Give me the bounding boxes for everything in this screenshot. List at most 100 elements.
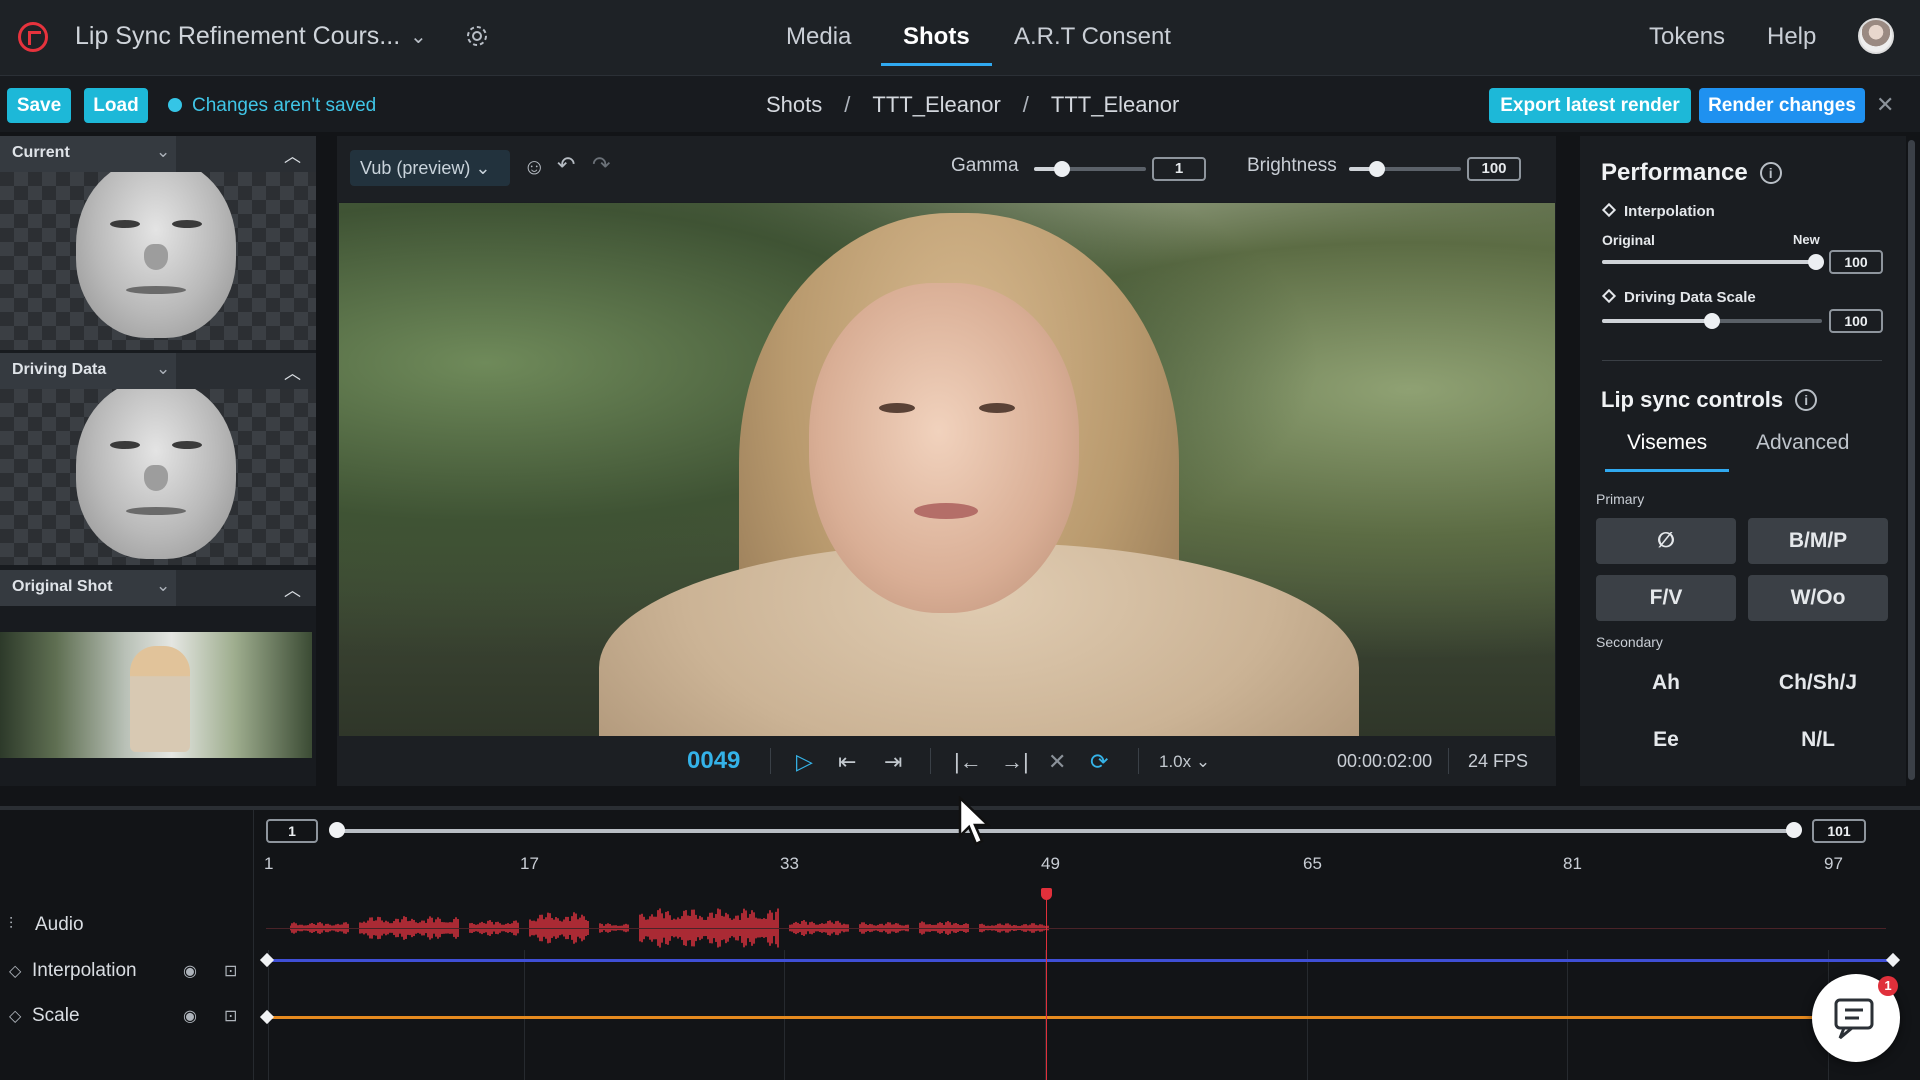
nav-tokens[interactable]: Tokens: [1649, 0, 1725, 76]
breadcrumb-version: TTT_Eleanor: [1050, 92, 1180, 117]
mode-dropdown-value: Vub (preview): [360, 158, 471, 178]
nav-media[interactable]: Media: [786, 0, 851, 76]
viseme-woo-button[interactable]: W/Oo: [1748, 575, 1888, 621]
current-preview: [0, 172, 316, 350]
info-icon[interactable]: i: [1759, 162, 1782, 184]
frame-tick-label: 49: [1041, 854, 1060, 873]
lock-icon[interactable]: ⊡: [224, 1006, 237, 1026]
viseme-bmp-button[interactable]: B/M/P: [1748, 518, 1888, 564]
app-logo-icon[interactable]: [18, 22, 48, 52]
mode-dropdown[interactable]: Vub (preview) ⌄: [350, 150, 510, 186]
timecode: 00:00:02:00: [1337, 751, 1433, 771]
performance-title: Performance i: [1601, 159, 1782, 187]
keyframe-icon[interactable]: ◇: [9, 1006, 21, 1026]
chevron-down-icon[interactable]: ⌄: [156, 576, 170, 596]
keyframe-icon[interactable]: [1601, 202, 1617, 218]
gamma-slider[interactable]: [1034, 161, 1146, 177]
skip-start-icon[interactable]: |←: [954, 749, 982, 775]
viseme-neutral-button[interactable]: ∅: [1596, 518, 1736, 564]
viseme-nl-button[interactable]: N/L: [1748, 728, 1888, 752]
collapse-icon[interactable]: ︿: [284, 576, 301, 601]
gamma-value-input[interactable]: 1: [1152, 157, 1206, 181]
loop-icon[interactable]: ⟳: [1090, 749, 1108, 775]
section-original-label: Original Shot: [12, 578, 113, 595]
range-end-input[interactable]: 101: [1812, 819, 1866, 843]
tab-visemes[interactable]: Visemes: [1604, 431, 1730, 472]
tab-advanced[interactable]: Advanced: [1756, 431, 1849, 455]
brightness-value-input[interactable]: 100: [1467, 157, 1521, 181]
track-list: [0, 810, 254, 1080]
range-end-handle[interactable]: [1786, 822, 1802, 838]
chevron-down-icon[interactable]: ⌄: [156, 142, 170, 162]
range-start-input[interactable]: 1: [266, 819, 318, 843]
playhead[interactable]: [1046, 894, 1047, 1080]
clear-icon[interactable]: ✕: [1048, 749, 1066, 775]
eye-icon[interactable]: ◉: [183, 1006, 197, 1026]
frame-gridline: [1307, 950, 1308, 1080]
scrollbar[interactable]: [1908, 140, 1915, 780]
frame-tick-label: 81: [1563, 854, 1582, 873]
interpolation-curve[interactable]: [266, 959, 1894, 962]
unsaved-status-text: Changes aren't saved: [192, 95, 377, 116]
frame-tick-label: 1: [264, 854, 274, 873]
chevron-down-icon[interactable]: ⌄: [410, 24, 427, 49]
frame-gridline: [524, 950, 525, 1080]
lock-icon[interactable]: ⊡: [224, 961, 237, 981]
nav-help[interactable]: Help: [1767, 0, 1816, 76]
unsaved-status: Changes aren't saved: [168, 95, 376, 117]
viseme-chshj-button[interactable]: Ch/Sh/J: [1748, 671, 1888, 695]
step-forward-icon[interactable]: ⇥: [884, 749, 902, 775]
interpolation-value-input[interactable]: 100: [1829, 250, 1883, 274]
info-icon[interactable]: i: [1795, 389, 1818, 411]
export-render-button[interactable]: Export latest render: [1489, 88, 1691, 123]
gamma-label: Gamma: [951, 155, 1019, 176]
interpolation-slider[interactable]: [1602, 254, 1824, 270]
keyframe-icon[interactable]: ◇: [9, 961, 21, 981]
render-changes-button[interactable]: Render changes: [1699, 88, 1865, 123]
new-label: New: [1793, 232, 1820, 247]
section-current-header[interactable]: Current ⌄ ︿: [0, 136, 316, 172]
avatar[interactable]: [1858, 18, 1894, 54]
frame-counter: 0049: [687, 747, 741, 774]
interpolation-label: Interpolation: [1601, 202, 1715, 220]
collapse-icon[interactable]: ︿: [284, 142, 301, 167]
range-slider[interactable]: [337, 829, 1795, 833]
driving-data-preview: [0, 389, 316, 565]
section-original-header[interactable]: Original Shot ⌄ ︿: [0, 570, 316, 606]
driving-scale-slider[interactable]: [1602, 313, 1822, 329]
redo-icon[interactable]: ↷: [592, 152, 610, 178]
breadcrumb-shot[interactable]: TTT_Eleanor: [872, 92, 1000, 117]
undo-icon[interactable]: ↶: [557, 152, 575, 178]
frame-gridline: [784, 950, 785, 1080]
viseme-fv-button[interactable]: F/V: [1596, 575, 1736, 621]
breadcrumb-shots[interactable]: Shots: [766, 92, 822, 117]
gear-icon[interactable]: [465, 24, 489, 48]
playhead-handle[interactable]: [1041, 888, 1052, 900]
keyframe-icon[interactable]: [1601, 288, 1617, 304]
close-icon[interactable]: ✕: [1876, 92, 1894, 118]
lipsync-title: Lip sync controls i: [1601, 387, 1818, 413]
brightness-slider[interactable]: [1349, 161, 1461, 177]
play-icon[interactable]: ▷: [796, 749, 813, 775]
chevron-down-icon[interactable]: ⌄: [156, 359, 170, 379]
save-button[interactable]: Save: [7, 88, 71, 123]
speed-dropdown[interactable]: 1.0x ⌄: [1159, 752, 1210, 772]
load-button[interactable]: Load: [84, 88, 148, 123]
audio-baseline: [266, 928, 1886, 929]
track-interpolation-label: Interpolation: [32, 960, 137, 981]
nav-art-consent[interactable]: A.R.T Consent: [1014, 0, 1171, 76]
viseme-ee-button[interactable]: Ee: [1596, 728, 1736, 752]
eye-icon[interactable]: ◉: [183, 961, 197, 981]
collapse-icon[interactable]: ︿: [284, 359, 301, 384]
project-title[interactable]: Lip Sync Refinement Cours...: [75, 22, 400, 51]
face-icon[interactable]: ☺: [523, 154, 545, 180]
section-driving-header[interactable]: Driving Data ⌄ ︿: [0, 353, 316, 389]
viseme-ah-button[interactable]: Ah: [1596, 671, 1736, 695]
step-back-icon[interactable]: ⇤: [838, 749, 856, 775]
skip-end-icon[interactable]: →|: [1001, 749, 1029, 775]
track-scale-label: Scale: [32, 1005, 80, 1026]
scale-curve[interactable]: [266, 1016, 1894, 1019]
range-start-handle[interactable]: [329, 822, 345, 838]
driving-scale-value-input[interactable]: 100: [1829, 309, 1883, 333]
nav-shots[interactable]: Shots: [881, 0, 992, 76]
